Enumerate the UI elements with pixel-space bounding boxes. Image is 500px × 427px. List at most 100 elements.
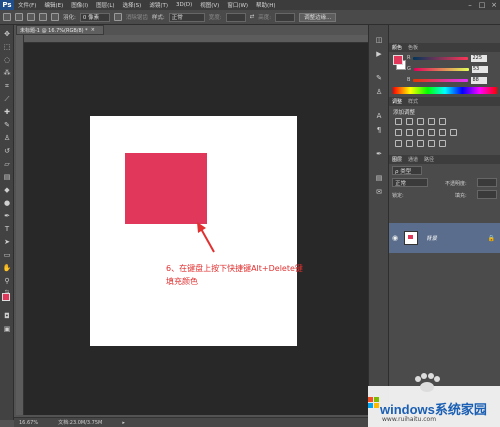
menu-file[interactable]: 文件(F) bbox=[14, 1, 40, 9]
type-icon[interactable]: T bbox=[2, 224, 12, 234]
crop-icon[interactable]: ⌗ bbox=[2, 81, 12, 91]
menu-window[interactable]: 窗口(W) bbox=[223, 1, 252, 9]
layer-row-background[interactable]: ◉ 背景 🔒 bbox=[389, 223, 500, 253]
fill-label: 填充: bbox=[455, 193, 467, 199]
notes-panel-icon[interactable]: ✉ bbox=[374, 187, 384, 197]
lasso-icon[interactable]: ◌ bbox=[2, 55, 12, 65]
photo-filter-icon[interactable] bbox=[428, 129, 435, 136]
antialias-checkbox[interactable] bbox=[113, 13, 122, 21]
green-value-input[interactable]: 53 bbox=[471, 65, 488, 73]
layer-comps-icon[interactable]: ▤ bbox=[374, 173, 384, 183]
black-white-icon[interactable] bbox=[417, 129, 424, 136]
brush-icon[interactable]: ✎ bbox=[2, 120, 12, 130]
vibrance-icon[interactable] bbox=[439, 118, 446, 125]
pen-icon[interactable]: ✒ bbox=[2, 211, 12, 221]
move-tool-icon[interactable]: ✥ bbox=[2, 29, 12, 39]
actions-panel-icon[interactable]: ▶ bbox=[374, 49, 384, 59]
foreground-color-swatch[interactable] bbox=[2, 293, 10, 301]
new-selection-icon[interactable] bbox=[15, 13, 23, 21]
quick-mask-icon[interactable]: ◘ bbox=[2, 311, 12, 321]
tab-channels[interactable]: 通道 bbox=[408, 156, 418, 163]
panel-foreground-swatch[interactable] bbox=[393, 55, 403, 65]
height-input[interactable] bbox=[275, 12, 296, 22]
path-select-icon[interactable]: ➤ bbox=[2, 237, 12, 247]
opacity-input[interactable] bbox=[477, 178, 497, 187]
color-balance-icon[interactable] bbox=[406, 129, 413, 136]
tab-color[interactable]: 颜色 bbox=[392, 44, 402, 51]
menu-layer[interactable]: 图层(L) bbox=[92, 1, 118, 9]
menu-image[interactable]: 图像(I) bbox=[67, 1, 92, 9]
green-slider[interactable] bbox=[413, 67, 469, 71]
magic-wand-icon[interactable]: ⁂ bbox=[2, 68, 12, 78]
eyedropper-icon[interactable]: ⟋ bbox=[2, 94, 12, 104]
history-panel-icon[interactable]: ◫ bbox=[374, 35, 384, 45]
tab-swatches[interactable]: 色板 bbox=[408, 44, 418, 51]
zoom-icon[interactable]: ⚲ bbox=[2, 276, 12, 286]
red-value-input[interactable]: 225 bbox=[471, 54, 488, 62]
invert-icon[interactable] bbox=[395, 140, 402, 147]
maximize-icon[interactable]: □ bbox=[476, 1, 488, 9]
paragraph-panel-icon[interactable]: ¶ bbox=[374, 125, 384, 135]
minimize-icon[interactable]: – bbox=[464, 1, 476, 9]
hue-saturation-icon[interactable] bbox=[395, 129, 402, 136]
close-tab-icon[interactable]: × bbox=[91, 27, 95, 33]
healing-brush-icon[interactable]: ✚ bbox=[2, 107, 12, 117]
character-panel-icon[interactable]: A bbox=[374, 111, 384, 121]
layer-name[interactable]: 背景 bbox=[426, 234, 437, 242]
subtract-selection-icon[interactable] bbox=[39, 13, 47, 21]
clone-stamp-icon[interactable]: ♙ bbox=[2, 133, 12, 143]
gradient-icon[interactable]: ▤ bbox=[2, 172, 12, 182]
layer-kind-filter[interactable]: ρ 类型 bbox=[392, 166, 422, 175]
curves-icon[interactable] bbox=[417, 118, 424, 125]
history-brush-icon[interactable]: ↺ bbox=[2, 146, 12, 156]
exposure-icon[interactable] bbox=[428, 118, 435, 125]
menu-select[interactable]: 选择(S) bbox=[119, 1, 146, 9]
menu-edit[interactable]: 编辑(E) bbox=[40, 1, 67, 9]
swap-icon[interactable]: ⇄ bbox=[250, 14, 255, 20]
document-tab[interactable]: 未标题-1 @ 16.7%(RGB/8) * × bbox=[16, 25, 104, 35]
gradient-map-icon[interactable] bbox=[428, 140, 435, 147]
color-lookup-icon[interactable] bbox=[450, 129, 457, 136]
levels-icon[interactable] bbox=[406, 118, 413, 125]
blue-slider[interactable] bbox=[413, 78, 469, 82]
feather-input[interactable]: 0 像素 bbox=[79, 12, 110, 22]
rect-marquee-icon[interactable]: ⬚ bbox=[2, 42, 12, 52]
blur-icon[interactable]: ◆ bbox=[2, 185, 12, 195]
fill-input[interactable] bbox=[477, 190, 497, 199]
dodge-icon[interactable]: ● bbox=[2, 198, 12, 208]
screen-mode-icon[interactable]: ▣ bbox=[2, 324, 12, 334]
menu-3d[interactable]: 3D(D) bbox=[172, 2, 196, 8]
menu-filter[interactable]: 滤镜(T) bbox=[145, 1, 172, 9]
tab-paths[interactable]: 路径 bbox=[424, 156, 434, 163]
tab-styles[interactable]: 样式 bbox=[408, 98, 418, 105]
style-select[interactable]: 正常 bbox=[168, 12, 205, 22]
visibility-eye-icon[interactable]: ◉ bbox=[389, 234, 401, 242]
zoom-level[interactable]: 16.67% bbox=[19, 420, 38, 426]
hand-icon[interactable]: ✋ bbox=[2, 263, 12, 273]
tool-presets-icon[interactable]: ✒ bbox=[374, 149, 384, 159]
eraser-icon[interactable]: ▱ bbox=[2, 159, 12, 169]
marquee-tool-icon[interactable] bbox=[3, 13, 11, 21]
status-menu-icon[interactable]: ▸ bbox=[122, 420, 125, 426]
brush-panel-icon[interactable]: ✎ bbox=[374, 73, 384, 83]
refine-edge-button[interactable]: 调整边缘... bbox=[299, 12, 337, 22]
tab-layers[interactable]: 图层 bbox=[392, 156, 402, 163]
add-selection-icon[interactable] bbox=[27, 13, 35, 21]
red-slider[interactable] bbox=[413, 56, 469, 60]
intersect-selection-icon[interactable] bbox=[51, 13, 59, 21]
shape-icon[interactable]: ▭ bbox=[2, 250, 12, 260]
tab-adjustments[interactable]: 调整 bbox=[392, 98, 402, 105]
blend-mode-select[interactable]: 正常 bbox=[392, 178, 428, 187]
selective-color-icon[interactable] bbox=[439, 140, 446, 147]
close-icon[interactable]: × bbox=[488, 1, 500, 9]
clone-source-icon[interactable]: ♙ bbox=[374, 87, 384, 97]
menu-help[interactable]: 帮助(H) bbox=[252, 1, 279, 9]
color-spectrum-bar[interactable] bbox=[393, 87, 497, 94]
threshold-icon[interactable] bbox=[417, 140, 424, 147]
menu-view[interactable]: 视图(V) bbox=[196, 1, 223, 9]
posterize-icon[interactable] bbox=[406, 140, 413, 147]
width-input[interactable] bbox=[225, 12, 246, 22]
blue-value-input[interactable]: 88 bbox=[471, 76, 488, 84]
channel-mixer-icon[interactable] bbox=[439, 129, 446, 136]
brightness-icon[interactable] bbox=[395, 118, 402, 125]
